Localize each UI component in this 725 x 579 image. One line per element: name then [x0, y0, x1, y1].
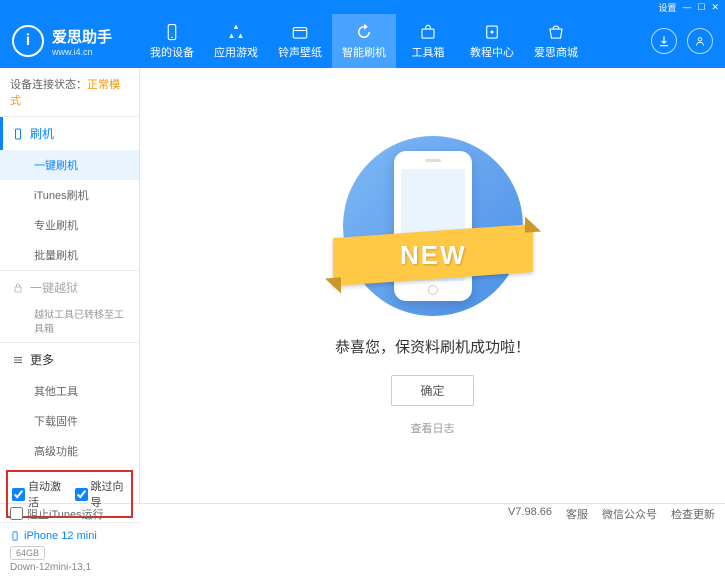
- sidebar-item-batch-flash[interactable]: 批量刷机: [0, 240, 139, 270]
- check-update-link[interactable]: 检查更新: [671, 506, 715, 522]
- jailbreak-note: 越狱工具已转移至工具箱: [0, 304, 139, 342]
- phone-icon: [163, 23, 181, 41]
- user-button[interactable]: [687, 28, 713, 54]
- nav-toolbox[interactable]: 工具箱: [396, 14, 460, 68]
- sidebar-section-flash[interactable]: 刷机: [0, 117, 139, 150]
- nav-apps[interactable]: 应用游戏: [204, 14, 268, 68]
- nav-my-device[interactable]: 我的设备: [140, 14, 204, 68]
- logo[interactable]: i 爱思助手 www.i4.cn: [12, 25, 140, 57]
- logo-icon: i: [12, 25, 44, 57]
- toolbox-icon: [419, 23, 437, 41]
- sidebar-item-itunes-flash[interactable]: iTunes刷机: [0, 180, 139, 210]
- download-button[interactable]: [651, 28, 677, 54]
- device-storage: 64GB: [10, 546, 45, 560]
- minimize-button[interactable]: —: [682, 2, 691, 12]
- sidebar-section-jailbreak[interactable]: 一键越狱: [0, 271, 139, 304]
- view-log-link[interactable]: 查看日志: [411, 420, 455, 436]
- ok-button[interactable]: 确定: [391, 375, 473, 406]
- sidebar-item-pro-flash[interactable]: 专业刷机: [0, 210, 139, 240]
- sidebar-section-more[interactable]: 更多: [0, 343, 139, 376]
- block-itunes-checkbox[interactable]: 阻止iTunes运行: [10, 506, 104, 522]
- settings-link[interactable]: 设置: [658, 1, 676, 14]
- folder-icon: [291, 23, 309, 41]
- menu-icon: [12, 354, 24, 366]
- main-nav: 我的设备 应用游戏 铃声壁纸 智能刷机 工具箱 教程中心 爱思商城: [140, 14, 651, 68]
- device-firmware: Down-12mini-13,1: [10, 562, 129, 573]
- sidebar-item-advanced[interactable]: 高级功能: [0, 436, 139, 466]
- app-url: www.i4.cn: [52, 47, 112, 57]
- device-info[interactable]: iPhone 12 mini 64GB Down-12mini-13,1: [0, 522, 139, 579]
- nav-ringtones[interactable]: 铃声壁纸: [268, 14, 332, 68]
- nav-flash[interactable]: 智能刷机: [332, 14, 396, 68]
- close-button[interactable]: ✕: [711, 2, 719, 13]
- phone-small-icon: [12, 128, 24, 140]
- header-right: [651, 28, 713, 54]
- device-status: 设备连接状态：正常模式: [0, 68, 139, 116]
- device-name: iPhone 12 mini: [10, 529, 129, 543]
- apps-icon: [227, 23, 245, 41]
- device-icon: [10, 529, 20, 543]
- lock-icon: [12, 282, 24, 294]
- success-illustration: NEW: [343, 136, 523, 316]
- wechat-link[interactable]: 微信公众号: [602, 506, 657, 522]
- nav-store[interactable]: 爱思商城: [524, 14, 588, 68]
- sidebar-item-download-firmware[interactable]: 下载固件: [0, 406, 139, 436]
- nav-tutorials[interactable]: 教程中心: [460, 14, 524, 68]
- header: i 爱思助手 www.i4.cn 我的设备 应用游戏 铃声壁纸 智能刷机 工具箱: [0, 14, 725, 68]
- support-link[interactable]: 客服: [566, 506, 588, 522]
- app-name: 爱思助手: [52, 26, 112, 47]
- success-message: 恭喜您，保资料刷机成功啦！: [335, 336, 530, 357]
- maximize-button[interactable]: ☐: [697, 2, 705, 13]
- titlebar: 设置 — ☐ ✕: [0, 0, 725, 14]
- store-icon: [547, 23, 565, 41]
- sidebar: 设备连接状态：正常模式 刷机 一键刷机 iTunes刷机 专业刷机 批量刷机 一…: [0, 68, 140, 503]
- refresh-icon: [355, 23, 373, 41]
- sidebar-item-other-tools[interactable]: 其他工具: [0, 376, 139, 406]
- version-label: V7.98.66: [508, 506, 552, 522]
- sidebar-item-oneclick-flash[interactable]: 一键刷机: [0, 150, 139, 180]
- book-icon: [483, 23, 501, 41]
- main-content: NEW 恭喜您，保资料刷机成功啦！ 确定 查看日志: [140, 68, 725, 503]
